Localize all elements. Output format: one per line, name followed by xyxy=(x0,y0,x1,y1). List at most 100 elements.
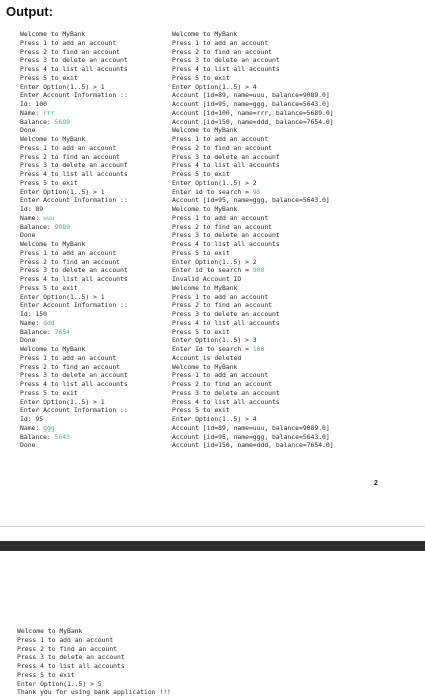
console-line: Press 2 to find an account xyxy=(20,363,165,372)
console-line: Account [id=95, name=ggg, balance=5643.0… xyxy=(172,196,422,205)
console-line: Press 2 to find an account xyxy=(172,48,422,57)
console-line-text: Press 2 to find an account xyxy=(172,222,273,231)
console-line: Enter Option(1..5) > 5 xyxy=(17,680,171,689)
console-line-text: Name: xyxy=(20,318,44,327)
console-line: Welcome to MyBank xyxy=(172,205,422,214)
console-line-text: Enter id to search = xyxy=(172,187,253,196)
console-line-text: Press 2 to find an account xyxy=(20,152,121,161)
console-line-text: Welcome to MyBank xyxy=(20,345,86,353)
console-line: Press 4 to list all accounts xyxy=(20,65,165,74)
console-line: Press 2 to find an account xyxy=(172,380,422,389)
user-input-value: 5643 xyxy=(54,432,71,441)
console-line-text: Press 2 to find an account xyxy=(20,257,121,266)
console-line: Name: ddd xyxy=(20,319,165,328)
console-line-text: Enter Account Information :: xyxy=(20,301,128,310)
console-line: Account [id=150, name=ddd, balance=7654.… xyxy=(172,118,422,127)
console-line-text: Press 2 to find an account xyxy=(172,380,273,388)
console-line-text: Enter Option(1..5) > 1 xyxy=(20,292,105,301)
console-line-text: Account [id=89, name=uuu, balance=9089.0… xyxy=(172,91,330,100)
console-line: Press 1 to add an account xyxy=(172,39,422,48)
console-line: Done xyxy=(20,231,165,240)
console-line: Account [id=150, name=ddd, balance=7654.… xyxy=(172,441,422,450)
console-line: Press 3 to delete an account xyxy=(20,371,165,380)
user-input-value: 5689 xyxy=(54,117,71,126)
console-line: Press 3 to delete an account xyxy=(172,56,422,65)
console-line-text: Enter Option(1..5) > 1 xyxy=(20,187,105,196)
console-line-text: Press 2 to find an account xyxy=(172,143,273,152)
console-line: Account [id=95, name=ggg, balance=5643.0… xyxy=(172,433,422,442)
console-line: Welcome to MyBank xyxy=(20,345,165,354)
user-input-value: ggg xyxy=(43,423,55,432)
console-line-text: Press 3 to delete an account xyxy=(172,231,280,240)
console-line: Balance: 5643 xyxy=(20,433,165,442)
console-line-text: Account [id=150, name=ddd, balance=7654.… xyxy=(172,441,334,450)
console-line-text: Enter Option(1..5) > 4 xyxy=(172,415,257,423)
console-line-text: Balance: xyxy=(20,432,55,441)
console-line: Name: uuu xyxy=(20,214,165,223)
console-line-text: Enter Option(1..5) > 3 xyxy=(172,336,257,345)
console-line-text: Press 4 to list all accounts xyxy=(20,380,128,388)
console-line: Press 3 to delete an account xyxy=(20,266,165,275)
user-input-value: ddd xyxy=(43,318,55,327)
page-separator-band xyxy=(0,541,425,551)
console-line-text: Done xyxy=(20,231,36,240)
console-line: Press 5 to exit xyxy=(172,406,422,415)
console-line-text: Press 1 to add an account xyxy=(172,292,269,301)
console-line: Invalid Account ID xyxy=(172,275,422,284)
console-line-text: Welcome to MyBank xyxy=(172,30,238,38)
console-line-text: Welcome to MyBank xyxy=(172,205,238,213)
console-line-text: Press 4 to list all accounts xyxy=(172,240,280,248)
console-line: Press 4 to list all accounts xyxy=(20,170,165,179)
user-input-value: rrr xyxy=(43,108,55,117)
console-line: Name: ggg xyxy=(20,424,165,433)
console-line: Press 3 to delete an account xyxy=(172,310,422,319)
console-line: Press 5 to exit xyxy=(172,249,422,258)
console-line: Press 5 to exit xyxy=(20,74,165,83)
console-line-text: Press 2 to find an account xyxy=(172,301,273,310)
console-line: Press 3 to delete an account xyxy=(172,389,422,398)
console-line-text: Welcome to MyBank xyxy=(20,240,86,248)
console-line-text: Thank you for using bank application !!! xyxy=(17,688,171,697)
console-line-text: Press 5 to exit xyxy=(172,327,230,336)
user-input-value: 100 xyxy=(252,345,265,353)
console-line: Press 4 to list all accounts xyxy=(172,398,422,407)
console-line: Press 1 to add an account xyxy=(172,371,422,380)
console-line-text: Account [id=95, name=ggg, balance=5643.0… xyxy=(172,196,330,205)
console-line-text: Press 3 to delete an account xyxy=(172,56,280,65)
console-line-text: Press 5 to exit xyxy=(17,670,75,679)
console-line: Enter Option(1..5) > 2 xyxy=(172,258,422,267)
console-line-text: Enter Id to search = xyxy=(172,345,253,353)
console-line-text: Press 4 to list all accounts xyxy=(172,65,280,73)
console-line-text: Press 1 to add an account xyxy=(20,143,117,152)
console-line-text: Press 4 to list all accounts xyxy=(17,662,125,670)
console-line: Press 4 to list all accounts xyxy=(172,161,422,170)
console-line-text: Welcome to MyBank xyxy=(172,126,238,135)
console-line: Press 3 to delete an account xyxy=(17,653,171,662)
console-line: Done xyxy=(20,336,165,345)
console-line-text: Press 1 to add an account xyxy=(20,248,117,257)
console-line-text: Account is deleted xyxy=(172,353,242,362)
console-line: Enter Id to search = 100 xyxy=(172,345,422,354)
console-line: Press 2 to find an account xyxy=(20,153,165,162)
console-line: Enter Account Information :: xyxy=(20,196,165,205)
console-line-text: Enter Option(1..5) > 1 xyxy=(20,397,105,406)
console-line-text: Name: xyxy=(20,108,44,117)
console-line: Press 3 to delete an account xyxy=(20,56,165,65)
console-line: Enter Account Information :: xyxy=(20,91,165,100)
user-input-value: 95 xyxy=(252,187,261,196)
console-line-text: Id: 89 xyxy=(20,205,44,213)
console-line: Press 5 to exit xyxy=(172,328,422,337)
console-line-text: Press 1 to add an account xyxy=(172,371,269,380)
console-line-text: Press 5 to exit xyxy=(20,388,78,397)
console-line: Balance: 7654 xyxy=(20,328,165,337)
console-line: Enter id to search = 900 xyxy=(172,266,422,275)
console-line: Press 1 to add an account xyxy=(17,636,171,645)
console-output-left-column: Welcome to MyBank Press 1 to add an accou… xyxy=(20,30,165,450)
console-line: Press 1 to add an account xyxy=(172,135,422,144)
console-line-text: Enter Option(1..5) > 2 xyxy=(172,178,257,187)
console-line-text: Press 5 to exit xyxy=(172,406,230,415)
console-line-text: Done xyxy=(20,126,36,135)
console-line-text: Press 1 to add an account xyxy=(17,635,114,644)
console-line-text: Account [id=95, name=ggg, balance=5643.0… xyxy=(172,432,330,441)
console-line: Balance: 5689 xyxy=(20,118,165,127)
